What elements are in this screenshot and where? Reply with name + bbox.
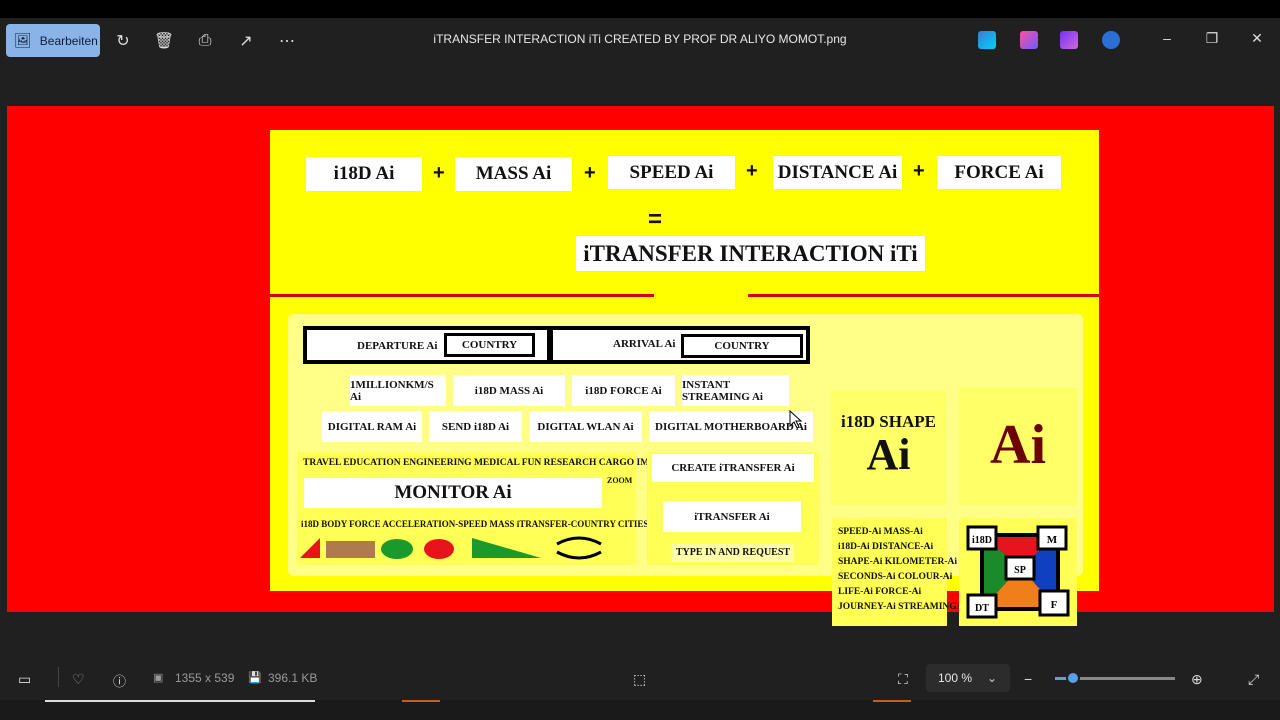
feature-button[interactable]: DIGITAL RAM Ai — [322, 411, 422, 442]
arrival-box[interactable]: ARRIVAL Ai COUNTRY — [549, 326, 810, 364]
feature-button[interactable]: INSTANT STREAMING Ai — [682, 375, 789, 406]
minimize-icon[interactable]: – — [1152, 30, 1182, 46]
diagram-label-tl: i18D — [972, 535, 992, 546]
top-strip — [0, 0, 1280, 18]
designer-app-icon[interactable] — [978, 31, 996, 49]
result-title: iTRANSFER INTERACTION iTi — [576, 236, 925, 271]
feature-button[interactable]: i18D FORCE Ai — [572, 375, 675, 406]
filesize-icon: 💾 — [248, 672, 262, 684]
zoom-out-icon[interactable]: − — [1024, 671, 1032, 687]
term-force: FORCE Ai — [937, 156, 1061, 189]
image-content: i18D Ai + MASS Ai + SPEED Ai + DISTANCE … — [270, 130, 1099, 626]
i18d-diagram: i18D M SP DT F — [966, 525, 1070, 619]
arrival-country-field[interactable]: COUNTRY — [681, 334, 803, 358]
rotate-icon[interactable]: ↻ — [110, 28, 136, 54]
diagram-label-tr: M — [1047, 534, 1058, 546]
filmstrip-icon[interactable]: ▭ — [18, 671, 31, 688]
plus-sign: + — [584, 162, 596, 184]
list-item: i18D-Ai DISTANCE-Ai — [838, 542, 934, 552]
copilot-app-icon[interactable] — [1020, 31, 1038, 49]
diagram-label-center: SP — [1014, 565, 1026, 576]
zoom-in-icon[interactable]: ⊕ — [1191, 671, 1203, 688]
list-item: SECONDS-Ai COLOUR-Ai — [838, 572, 953, 582]
keyword-list: SPEED-Ai MASS-Ai i18D-Ai DISTANCE-Ai SHA… — [838, 525, 966, 615]
diagram-label-br: F — [1051, 599, 1058, 611]
plus-sign: + — [913, 160, 925, 182]
diagram-label-bl: DT — [975, 603, 989, 614]
divider-line — [748, 294, 1099, 297]
zoom-label[interactable]: ZOOM — [607, 476, 632, 485]
equals-sign: = — [648, 206, 663, 233]
share-icon[interactable]: ↗ — [233, 28, 259, 54]
feature-button[interactable]: i18D MASS Ai — [453, 375, 565, 406]
title-bar: 🖼 Bearbeiten ↻ 🗑 ⎙ ↗ ⋯ iTRANSFER INTERAC… — [0, 18, 1280, 64]
edit-button[interactable]: 🖼 Bearbeiten — [6, 24, 100, 57]
feature-button[interactable]: SEND i18D Ai — [429, 411, 522, 442]
fullscreen-icon[interactable]: ⤢ — [1248, 671, 1259, 688]
feature-button[interactable]: 1MILLIONKM/S Ai — [350, 375, 446, 406]
close-icon[interactable]: ✕ — [1242, 30, 1272, 47]
file-size: 396.1 KB — [268, 671, 318, 685]
image-viewer[interactable]: i18D Ai + MASS Ai + SPEED Ai + DISTANCE … — [0, 64, 1280, 655]
divider-line — [270, 294, 654, 297]
mouse-cursor-icon — [789, 410, 803, 429]
taskbar-indicator — [402, 700, 440, 702]
ai-logo-text: Ai — [990, 414, 1046, 476]
favorite-icon[interactable]: ♡ — [72, 671, 85, 688]
clipchamp-app-icon[interactable] — [1060, 31, 1078, 49]
list-item: LIFE-Ai FORCE-Ai — [838, 587, 922, 597]
edit-icon: 🖼 — [14, 32, 32, 48]
red-triangle[interactable] — [300, 538, 320, 558]
keywords-text: i18D BODY FORCE ACCELERATION-SPEED MASS … — [301, 519, 685, 529]
status-bar: ▭ ♡ ⓘ ▣ 1355 x 539 💾 396.1 KB ⬚ ⛶ 100 % … — [0, 655, 1280, 700]
more-icon[interactable]: ⋯ — [274, 28, 300, 54]
taskbar-indicator — [873, 700, 911, 702]
red-ellipse[interactable] — [424, 539, 454, 559]
list-item: SHAPE-Ai KILOMETER-Ai — [838, 557, 958, 567]
brown-rectangle[interactable] — [326, 541, 375, 558]
onedrive-icon[interactable] — [1102, 31, 1120, 49]
progress-indicator — [45, 700, 315, 702]
list-item: JOURNEY-Ai STREAMINGAi — [838, 602, 967, 612]
list-item: SPEED-Ai MASS-Ai — [838, 527, 923, 537]
delete-icon[interactable]: 🗑 — [151, 28, 177, 54]
print-icon[interactable]: ⎙ — [192, 28, 218, 54]
taskbar-edge — [0, 700, 1280, 720]
plus-sign: + — [433, 162, 445, 184]
monitor-screen[interactable]: MONITOR Ai — [304, 478, 602, 508]
green-ellipse[interactable] — [381, 539, 413, 559]
departure-box[interactable]: DEPARTURE Ai COUNTRY — [303, 326, 551, 364]
dimensions-icon: ▣ — [153, 672, 164, 684]
chevron-down-icon[interactable]: ⌄ — [987, 671, 997, 685]
edit-button-label: Bearbeiten — [39, 33, 98, 48]
create-itransfer-button[interactable]: CREATE iTRANSFER Ai — [652, 454, 814, 482]
term-distance: DISTANCE Ai — [773, 156, 902, 189]
zoom-slider-thumb[interactable] — [1066, 671, 1080, 685]
separator — [58, 667, 59, 687]
image-dimensions: 1355 x 539 — [175, 671, 235, 685]
info-icon[interactable]: ⓘ — [113, 671, 126, 690]
shape-ai-text: Ai — [866, 430, 911, 479]
itransfer-input[interactable]: iTRANSFER Ai — [663, 501, 801, 532]
term-i18d: i18D Ai — [306, 157, 422, 191]
crop-icon[interactable]: ⬚ — [633, 671, 646, 688]
shape-palette — [300, 536, 602, 560]
fit-to-window-icon[interactable]: ⛶ — [898, 671, 908, 688]
restore-icon[interactable]: ❐ — [1197, 30, 1227, 47]
window-title: iTRANSFER INTERACTION iTi CREATED BY PRO… — [433, 32, 847, 46]
green-wedge[interactable] — [472, 538, 541, 558]
plus-sign: + — [746, 160, 758, 182]
term-speed: SPEED Ai — [608, 156, 735, 189]
feature-button[interactable]: DIGITAL WLAN Ai — [529, 411, 642, 442]
arrival-label: ARRIVAL Ai — [613, 338, 676, 350]
term-mass: MASS Ai — [455, 157, 572, 191]
departure-country-field[interactable]: COUNTRY — [444, 333, 535, 357]
departure-label: DEPARTURE Ai — [357, 340, 438, 352]
eye-shape[interactable] — [556, 536, 602, 560]
type-request-button[interactable]: TYPE IN AND REQUEST — [672, 544, 794, 562]
zoom-value: 100 % — [938, 671, 973, 685]
